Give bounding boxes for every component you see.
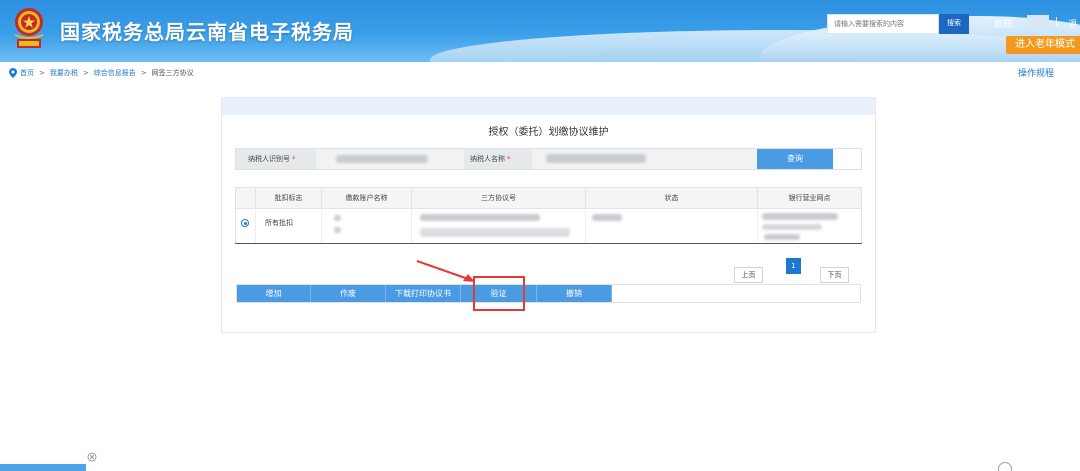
query-form: 纳税人识别号 * 纳税人名称 * 查询	[235, 148, 862, 170]
column-header-account-name: 缴款账户名称	[322, 188, 412, 209]
breadcrumb-item-tax-service[interactable]: 我要办税	[50, 68, 78, 78]
status-cell	[586, 210, 758, 243]
site-header: 国家税务总局云南省电子税务局 搜索 欢迎, | 退 进入老年模式	[0, 0, 1080, 62]
row-select-cell[interactable]	[236, 210, 256, 243]
search-button[interactable]: 搜索	[939, 14, 969, 34]
redacted-value	[762, 213, 838, 220]
redacted-value	[762, 224, 822, 230]
welcome-text: 欢迎,	[994, 20, 1015, 30]
tax-emblem-icon	[14, 8, 44, 48]
logout-link[interactable]: 退	[1068, 17, 1077, 30]
account-name-cell	[322, 210, 412, 243]
column-header-agreement-no: 三方协议号	[412, 188, 586, 209]
breadcrumb: 首页 > 我要办税 > 综合信息报告 > 网签三方协议	[9, 66, 194, 80]
redacted-value	[546, 154, 646, 163]
card-topbar	[222, 98, 875, 115]
taxpayer-id-label-text: 纳税人识别号	[248, 155, 290, 163]
redacted-value	[336, 155, 428, 163]
redacted-value	[334, 215, 341, 221]
column-header-status: 状态	[586, 188, 758, 209]
agreement-table: 批扣标志 缴款账户名称 三方协议号 状态 银行营业网点 所有批扣	[235, 187, 862, 244]
next-page-button[interactable]: 下页	[820, 267, 849, 283]
redacted-value	[764, 234, 800, 240]
floating-service-bar[interactable]	[0, 464, 86, 471]
row-radio-selected[interactable]	[241, 219, 249, 227]
close-circle-icon[interactable]	[87, 452, 97, 462]
page-title: 授权（委托）划缴协议维护	[488, 127, 609, 138]
void-button[interactable]: 作废	[311, 285, 386, 302]
column-header-batch-flag: 批扣标志	[256, 188, 322, 209]
search-input[interactable]	[827, 14, 939, 34]
redacted-value	[420, 214, 540, 221]
username-redacted	[1027, 15, 1049, 30]
redacted-value	[420, 228, 570, 237]
bank-branch-cell	[758, 210, 861, 243]
location-pin-icon	[9, 68, 17, 78]
corner-widget-icon[interactable]	[998, 462, 1012, 471]
batch-flag-cell: 所有批扣	[256, 210, 322, 243]
redacted-value	[334, 227, 341, 233]
taxpayer-id-field[interactable]	[316, 149, 464, 169]
help-link[interactable]: 操作规程	[1018, 66, 1054, 79]
elder-mode-button[interactable]: 进入老年模式	[1006, 36, 1080, 54]
table-row[interactable]: 所有批扣	[236, 210, 861, 243]
breadcrumb-separator: >	[82, 69, 89, 77]
revoke-button[interactable]: 撤销	[537, 285, 612, 302]
redacted-value	[592, 214, 622, 221]
action-toolbar: 增加 作废 下载打印协议书 验证 撤销	[236, 284, 861, 303]
agreement-no-cell	[412, 210, 586, 243]
query-button[interactable]: 查询	[757, 149, 833, 169]
taxpayer-name-label-text: 纳税人名称	[470, 155, 505, 163]
page-number-1[interactable]: 1	[786, 258, 801, 274]
breadcrumb-item-home[interactable]: 首页	[20, 68, 34, 78]
filter-row-end	[833, 149, 861, 169]
taxpayer-name-label: 纳税人名称 *	[470, 149, 511, 169]
header-divider: |	[1055, 17, 1059, 27]
breadcrumb-item-info-report[interactable]: 综合信息报告	[94, 68, 136, 78]
breadcrumb-item-current: 网签三方协议	[151, 69, 194, 77]
table-header: 批扣标志 缴款账户名称 三方协议号 状态 银行营业网点	[236, 188, 861, 209]
taxpayer-name-field[interactable]	[532, 149, 757, 169]
verify-highlight-box	[473, 276, 525, 311]
site-title: 国家税务总局云南省电子税务局	[60, 20, 354, 44]
required-mark: *	[507, 155, 511, 163]
download-print-agreement-button[interactable]: 下载打印协议书	[386, 285, 461, 302]
prev-page-button[interactable]: 上页	[734, 267, 763, 283]
breadcrumb-separator: >	[140, 69, 147, 77]
required-mark: *	[292, 155, 296, 163]
column-header-select	[236, 188, 256, 209]
column-header-bank-branch: 银行营业网点	[788, 194, 831, 202]
breadcrumb-separator: >	[39, 69, 45, 77]
add-button[interactable]: 增加	[237, 285, 311, 302]
taxpayer-id-label: 纳税人识别号 *	[248, 149, 296, 169]
